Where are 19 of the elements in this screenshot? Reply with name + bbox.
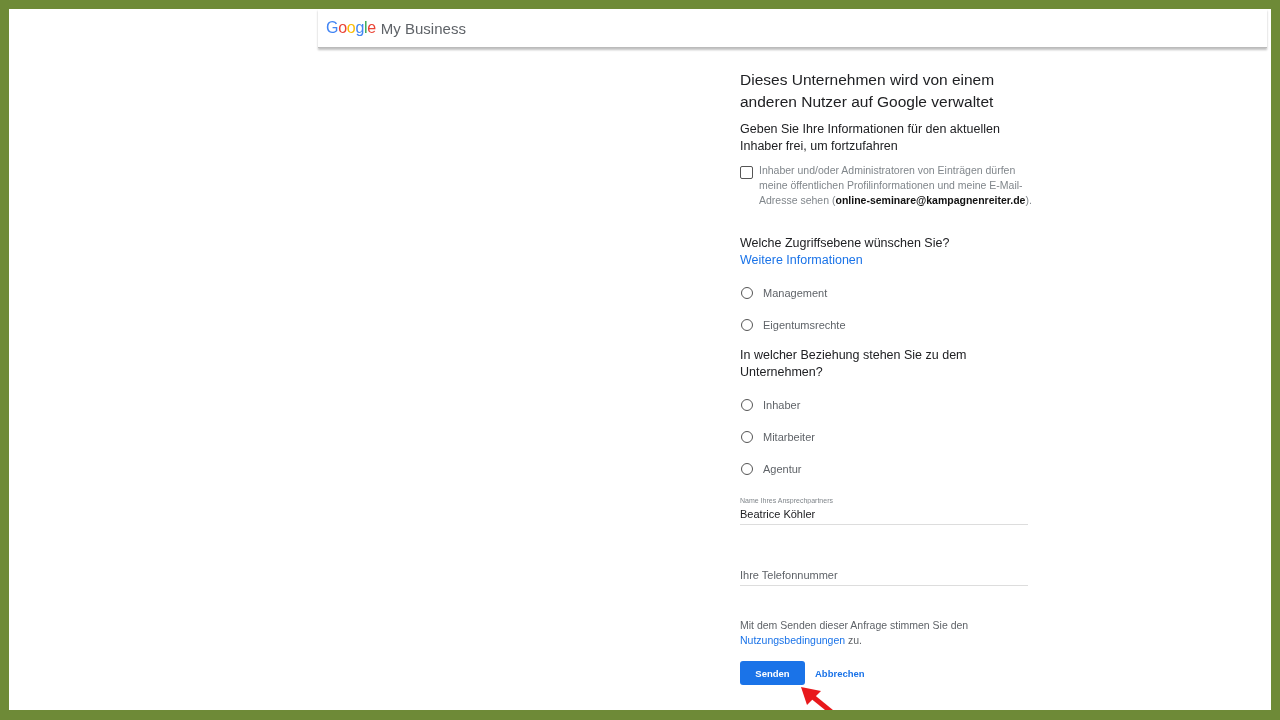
subtitle: Geben Sie Ihre Informationen für den aktuellen Inhaber frei, um fortzufahren xyxy=(740,121,1001,155)
option-label: Eigentumsrechte xyxy=(763,319,846,331)
cancel-button[interactable]: Abbrechen xyxy=(811,667,869,679)
option-label: Management xyxy=(763,287,828,299)
option-label: Inhaber xyxy=(763,399,801,411)
submit-button[interactable]: Senden xyxy=(740,661,805,685)
google-logo: Google xyxy=(326,19,376,37)
option-label: Mitarbeiter xyxy=(763,431,815,443)
terms-text: Mit dem Senden dieser Anfrage stimmen Sie den Nutzungsbedingungen zu. xyxy=(740,618,970,648)
relation-question: In welcher Beziehung stehen Sie zu dem Unternehmen? xyxy=(740,347,968,381)
consent-checkbox[interactable] xyxy=(740,166,753,179)
access-question: Welche Zugriffsebene wünschen Sie? Weitere Informationen xyxy=(740,235,951,269)
option-label: Agentur xyxy=(763,463,802,475)
terms-link[interactable]: Nutzungsbedingungen xyxy=(740,634,846,646)
consent-text: Inhaber und/oder Administratoren von Einträgen dürfen meine öffentlichen Profilinformationen und meine E-Mail-Adresse sehen (online-seminare@kampagnenreiter.de). xyxy=(759,163,1033,208)
product-name: My Business xyxy=(380,19,466,37)
page-title: Dieses Unternehmen wird von einem anderen Nutzer auf Google verwaltet xyxy=(740,70,996,112)
info-link[interactable]: Weitere Informationen xyxy=(740,253,863,267)
input-field[interactable]: Beatrice Köhler xyxy=(740,504,1028,525)
